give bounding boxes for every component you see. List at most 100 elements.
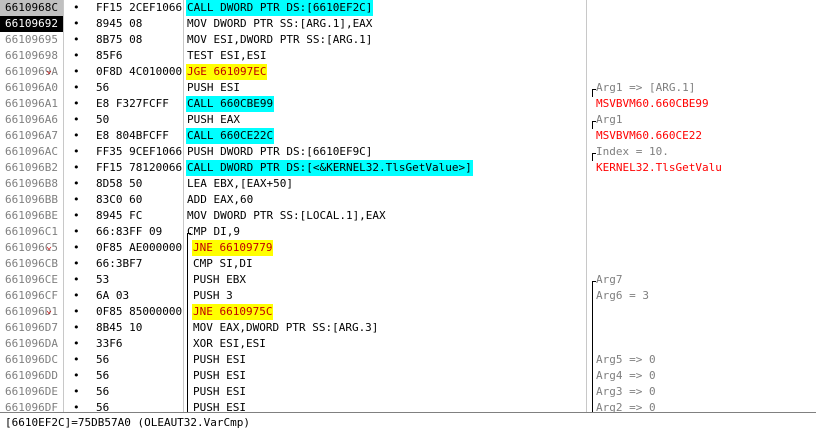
instruction-cell[interactable]: CALL DWORD PTR DS:[6610EF2C] [186,0,374,16]
hex-dump-cell[interactable]: FF35 9CEF1066 [96,144,182,160]
instruction-cell[interactable]: ADD EAX,60 [186,192,254,208]
hex-dump-cell[interactable]: 56 [96,352,182,368]
hex-dump-cell[interactable]: 8945 FC [96,208,182,224]
disassembly-pane[interactable]: 6610968C • FF15 2CEF1066 CALL DWORD PTR DS:… [0,0,816,412]
table-row[interactable]: 661096DD • 56 PUSH ESI Arg4 => 0 [0,368,816,384]
hex-dump-cell[interactable]: 50 [96,112,182,128]
instruction-cell[interactable]: JNE 66109779 [192,240,274,256]
instruction-cell[interactable]: JGE 661097EC [186,64,268,80]
table-row[interactable]: 661096C5 ⌄ • 0F85 AE000000 JNE 66109779 [0,240,816,256]
instruction-cell[interactable]: PUSH 3 [192,288,234,304]
table-row[interactable]: 661096DF • 56 PUSH ESI Arg2 => 0 [0,400,816,412]
instruction-cell[interactable]: JNE 6610975C [192,304,274,320]
address-cell[interactable]: 66109695 [5,32,63,48]
instruction-cell[interactable]: CMP DI,9 [186,224,241,240]
hex-dump-cell[interactable]: 56 [96,80,182,96]
table-row[interactable]: 661096D1 ⌄ • 0F85 85000000 JNE 6610975C [0,304,816,320]
table-row[interactable]: 66109698 • 85F6 TEST ESI,ESI [0,48,816,64]
table-row[interactable]: 661096DC • 56 PUSH ESI Arg5 => 0 [0,352,816,368]
hex-dump-cell[interactable]: 8D58 50 [96,176,182,192]
address-cell[interactable]: 661096A0 [5,80,63,96]
address-cell[interactable]: 661096C1 [5,224,63,240]
instruction-cell[interactable]: CALL DWORD PTR DS:[<&KERNEL32.TlsGetValu… [186,160,473,176]
address-cell[interactable]: 661096DD [5,368,63,384]
address-cell[interactable]: 661096B8 [5,176,63,192]
address-cell[interactable]: 661096CF [5,288,63,304]
address-cell[interactable]: 661096CE [5,272,63,288]
table-row[interactable]: 661096BE • 8945 FC MOV DWORD PTR SS:[LOCAL.… [0,208,816,224]
hex-dump-cell[interactable]: FF15 2CEF1066 [96,0,182,16]
address-cell[interactable]: 661096D7 [5,320,63,336]
table-row[interactable]: 66109692 • 8945 08 MOV DWORD PTR SS:[ARG.1]… [0,16,816,32]
hex-dump-cell[interactable]: FF15 78120066 [96,160,182,176]
table-row[interactable]: 661096AC • FF35 9CEF1066 PUSH DWORD PTR DS:… [0,144,816,160]
hex-dump-cell[interactable]: 8945 08 [96,16,182,32]
hex-dump-cell[interactable]: 0F85 AE000000 [96,240,182,256]
table-row[interactable]: 661096A0 • 56 PUSH ESI Arg1 => [ARG.1] [0,80,816,96]
address-cell[interactable]: 661096AC [5,144,63,160]
hex-dump-cell[interactable]: 33F6 [96,336,182,352]
address-cell[interactable]: 66109692 [0,16,63,32]
instruction-cell[interactable]: MOV ESI,DWORD PTR SS:[ARG.1] [186,32,373,48]
instruction-cell[interactable]: PUSH ESI [192,384,247,400]
instruction-cell[interactable]: CMP SI,DI [192,256,254,272]
table-row[interactable]: 661096A1 • E8 F327FCFF CALL 660CBE99 MSVBVM6… [0,96,816,112]
instruction-cell[interactable]: LEA EBX,[EAX+50] [186,176,294,192]
instruction-cell[interactable]: MOV EAX,DWORD PTR SS:[ARG.3] [192,320,379,336]
instruction-cell[interactable]: MOV DWORD PTR SS:[ARG.1],EAX [186,16,373,32]
hex-dump-cell[interactable]: 53 [96,272,182,288]
address-cell[interactable]: 661096BE [5,208,63,224]
table-row[interactable]: 661096CF • 6A 03 PUSH 3 Arg6 = 3 [0,288,816,304]
hex-dump-cell[interactable]: 6A 03 [96,288,182,304]
table-row[interactable]: 661096CB • 66:3BF7 CMP SI,DI [0,256,816,272]
hex-dump-cell[interactable]: 56 [96,384,182,400]
instruction-cell[interactable]: PUSH EBX [192,272,247,288]
instruction-cell[interactable]: TEST ESI,ESI [186,48,267,64]
hex-dump-cell[interactable]: E8 804BFCFF [96,128,182,144]
table-row[interactable]: 661096A7 • E8 804BFCFF CALL 660CE22C MSVBVM6… [0,128,816,144]
address-cell[interactable]: 661096DA [5,336,63,352]
address-cell[interactable]: 661096CB [5,256,63,272]
hex-dump-cell[interactable]: 0F85 85000000 [96,304,182,320]
instruction-cell[interactable]: MOV DWORD PTR SS:[LOCAL.1],EAX [186,208,387,224]
instruction-cell[interactable]: PUSH EAX [186,112,241,128]
table-row[interactable]: 6610969A ⌄ • 0F8D 4C010000 JGE 661097EC [0,64,816,80]
hex-dump-cell[interactable]: 85F6 [96,48,182,64]
address-cell[interactable]: 6610968C [0,0,63,16]
table-row[interactable]: 661096CE • 53 PUSH EBX Arg7 [0,272,816,288]
hex-dump-cell[interactable]: 8B75 08 [96,32,182,48]
instruction-cell[interactable]: PUSH ESI [192,400,247,412]
hex-dump-cell[interactable]: 83C0 60 [96,192,182,208]
table-row[interactable]: 661096C1 • 66:83FF 09 CMP DI,9 [0,224,816,240]
instruction-cell[interactable]: XOR ESI,ESI [192,336,267,352]
address-cell[interactable]: 661096BB [5,192,63,208]
hex-dump-cell[interactable]: 66:83FF 09 [96,224,182,240]
table-row[interactable]: 661096B8 • 8D58 50 LEA EBX,[EAX+50] [0,176,816,192]
instruction-cell[interactable]: PUSH ESI [186,80,241,96]
table-row[interactable]: 661096A6 • 50 PUSH EAX Arg1 [0,112,816,128]
instruction-cell[interactable]: CALL 660CE22C [186,128,275,144]
hex-dump-cell[interactable]: 66:3BF7 [96,256,182,272]
address-cell[interactable]: 661096DF [5,400,63,412]
address-cell[interactable]: 661096DC [5,352,63,368]
address-cell[interactable]: 66109698 [5,48,63,64]
table-row[interactable]: 66109695 • 8B75 08 MOV ESI,DWORD PTR SS:[AR… [0,32,816,48]
instruction-cell[interactable]: PUSH ESI [192,352,247,368]
hex-dump-cell[interactable]: 0F8D 4C010000 [96,64,182,80]
address-cell[interactable]: 661096A7 [5,128,63,144]
table-row[interactable]: 6610968C • FF15 2CEF1066 CALL DWORD PTR DS:… [0,0,816,16]
address-cell[interactable]: 661096B2 [5,160,63,176]
table-row[interactable]: 661096B2 • FF15 78120066 CALL DWORD PTR DS:… [0,160,816,176]
table-row[interactable]: 661096D7 • 8B45 10 MOV EAX,DWORD PTR SS:[AR… [0,320,816,336]
instruction-cell[interactable]: PUSH ESI [192,368,247,384]
table-row[interactable]: 661096DA • 33F6 XOR ESI,ESI [0,336,816,352]
table-row[interactable]: 661096BB • 83C0 60 ADD EAX,60 [0,192,816,208]
address-cell[interactable]: 661096A1 [5,96,63,112]
address-cell[interactable]: 661096DE [5,384,63,400]
address-cell[interactable]: 661096A6 [5,112,63,128]
hex-dump-cell[interactable]: 56 [96,368,182,384]
hex-dump-cell[interactable]: 56 [96,400,182,412]
instruction-cell[interactable]: CALL 660CBE99 [186,96,275,112]
hex-dump-cell[interactable]: E8 F327FCFF [96,96,182,112]
hex-dump-cell[interactable]: 8B45 10 [96,320,182,336]
